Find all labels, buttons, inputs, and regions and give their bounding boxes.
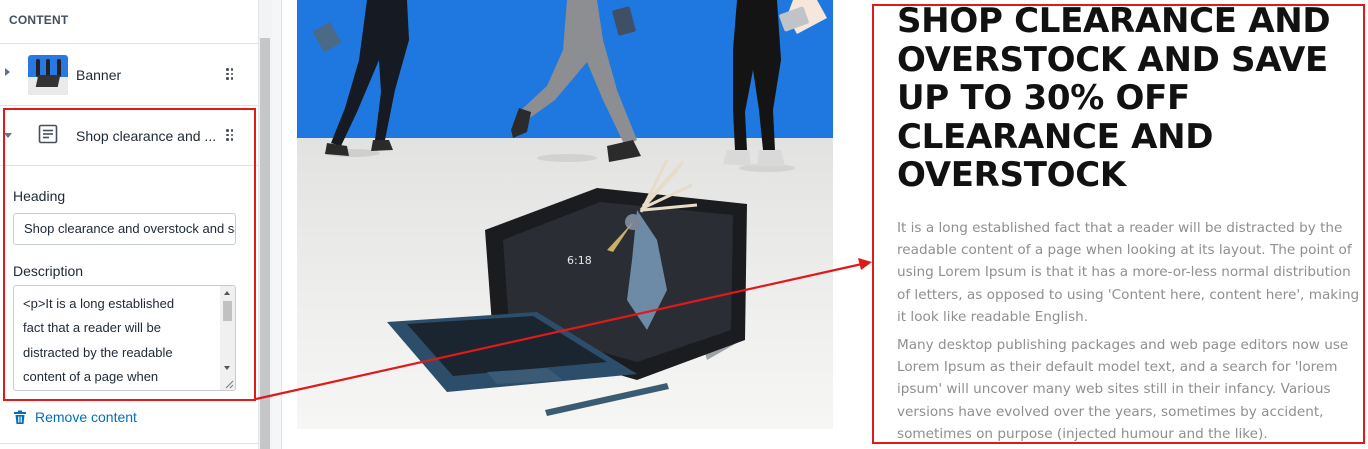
description-line: Lorem Ipsum as their default model text,…: [897, 359, 1338, 376]
textarea-line: distracted by the readable: [23, 344, 173, 360]
remove-content-label: Remove content: [35, 409, 137, 425]
description-paragraph: It is a long established fact that a rea…: [897, 217, 1367, 328]
banner-illustration: 6:18: [313, 0, 827, 416]
description-line: readable content of a page when looking …: [897, 242, 1352, 259]
trash-icon: [14, 410, 26, 424]
collapse-caret-icon[interactable]: [4, 133, 12, 138]
textarea-line: <p>It is a long established: [23, 296, 175, 311]
description-line: it look like readable English.: [897, 308, 1089, 325]
description-field-label: Description: [13, 263, 84, 279]
heading-line: OVERSTOCK AND SAVE: [897, 39, 1328, 80]
preview-description: It is a long established fact that a rea…: [897, 217, 1367, 449]
description-line: ipsum' will uncover many web sites still…: [897, 381, 1331, 398]
remove-content-button[interactable]: Remove content: [13, 407, 137, 427]
sidebar-scroll-thumb[interactable]: [260, 38, 270, 449]
description-textarea[interactable]: <p>It is a long established fact that a …: [13, 285, 236, 391]
block-row-banner[interactable]: Banner: [0, 44, 258, 106]
tablet-clock: 6:18: [567, 254, 592, 267]
text-block-icon: [38, 124, 58, 149]
drag-handle-icon[interactable]: [226, 129, 234, 141]
heading-line: SHOP CLEARANCE AND: [897, 1, 1331, 41]
textarea-scroll-thumb[interactable]: [223, 301, 232, 321]
sidebar-divider: [272, 0, 282, 449]
editor-sidebar: CONTENT Banner Shop clearance and ... He…: [0, 0, 258, 449]
block-label-banner: Banner: [76, 67, 122, 83]
drag-handle-icon[interactable]: [226, 68, 234, 80]
description-line: Many desktop publishing packages and web…: [897, 337, 1349, 354]
description-line: versions have evolved over the years, so…: [897, 403, 1324, 420]
textarea-scrollbar[interactable]: [220, 286, 235, 390]
scroll-down-arrow-icon[interactable]: [224, 366, 230, 370]
description-line: using Lorem Ipsum is that it has a more-…: [897, 264, 1351, 281]
heading-field-label: Heading: [13, 188, 66, 204]
expand-caret-icon[interactable]: [5, 68, 10, 76]
heading-input-value: Shop clearance and overstock and save up…: [24, 221, 235, 236]
description-line: It is a long established fact that a rea…: [897, 220, 1343, 236]
textarea-line: fact that a reader will be: [23, 320, 162, 336]
textarea-line: content of a page when: [23, 368, 159, 384]
heading-line: OVERSTOCK: [897, 155, 1126, 195]
heading-input[interactable]: Shop clearance and overstock and save up…: [13, 213, 236, 245]
content-section-header: CONTENT: [0, 0, 258, 44]
description-textarea-text: <p>It is a long established fact that a …: [23, 292, 213, 389]
banner-thumbnail: [28, 55, 68, 95]
heading-line: UP TO 30% OFF: [897, 78, 1190, 118]
scroll-up-arrow-icon[interactable]: [224, 291, 230, 295]
description-paragraph: Many desktop publishing packages and web…: [897, 334, 1367, 445]
resize-grip-icon[interactable]: [224, 379, 234, 389]
banner-image: 6:18: [297, 0, 833, 429]
description-line: sometimes on purpose (injected humour an…: [897, 425, 1268, 442]
divider: [0, 443, 258, 444]
heading-line: CLEARANCE AND: [897, 116, 1214, 157]
preview-heading: SHOP CLEARANCE AND OVERSTOCK AND SAVE UP…: [897, 2, 1362, 195]
block-label-text: Shop clearance and ...: [76, 128, 217, 144]
description-line: of letters, as opposed to using 'Content…: [897, 286, 1360, 303]
